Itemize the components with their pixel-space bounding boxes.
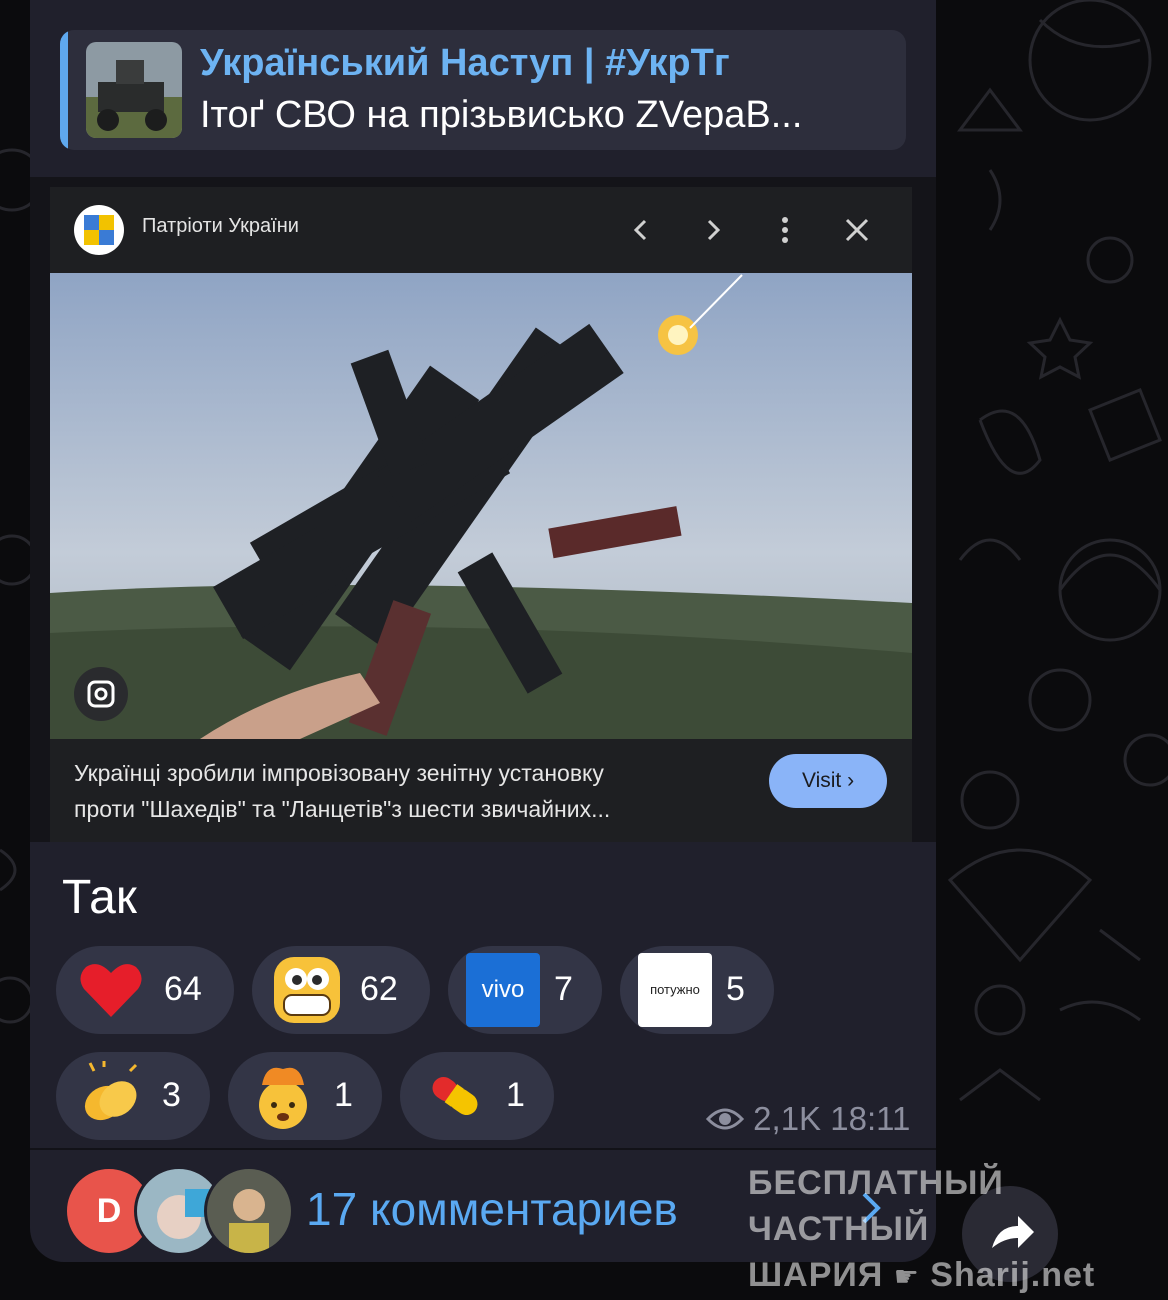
more-vert-icon[interactable] bbox=[760, 205, 810, 255]
lens-icon[interactable] bbox=[74, 667, 128, 721]
vivo-sticker-icon: vivo bbox=[466, 953, 540, 1027]
watermark: БЕСПЛАТНЫЙ ЧАСТНЫЙ ШАРИЯ ☛ Sharij.net bbox=[748, 1160, 1168, 1300]
reaction-chip[interactable]: 1 bbox=[400, 1052, 554, 1140]
reaction-count: 7 bbox=[554, 970, 573, 1008]
grinning-emoji-icon bbox=[274, 957, 340, 1023]
message-time: 18:11 bbox=[830, 1100, 911, 1137]
comments-count-label: 17 комментариев bbox=[306, 1183, 678, 1235]
exploding-head-emoji-icon bbox=[259, 1067, 307, 1129]
reaction-chip[interactable]: vivo 7 bbox=[448, 946, 602, 1034]
reaction-chip[interactable]: 64 bbox=[56, 946, 234, 1034]
reply-thumbnail bbox=[86, 42, 182, 138]
watermark-text: ШАРИЯ bbox=[748, 1256, 884, 1294]
watermark-line: ШАРИЯ ☛ Sharij.net bbox=[748, 1252, 1168, 1300]
reaction-count: 62 bbox=[360, 970, 398, 1008]
commenter-avatar bbox=[204, 1166, 294, 1256]
ad-photo[interactable] bbox=[50, 273, 912, 739]
reply-message-preview: Ітоґ СВО на прізьвисько ZVepaB... bbox=[200, 94, 803, 136]
reaction-chip[interactable]: 3 bbox=[56, 1052, 210, 1140]
pill-emoji-icon bbox=[432, 1076, 478, 1116]
views-count: 2,1K bbox=[753, 1100, 822, 1137]
ad-header: Патріоти України bbox=[50, 187, 912, 273]
close-icon[interactable] bbox=[832, 205, 882, 255]
chevron-left-icon[interactable] bbox=[616, 205, 666, 255]
chevron-right-icon[interactable] bbox=[688, 205, 738, 255]
message-text: Так bbox=[62, 871, 137, 924]
ad-card: Патріоти України Українці зробили імпров… bbox=[50, 187, 912, 842]
reply-accent-bar bbox=[60, 30, 68, 150]
clapping-emoji-icon bbox=[84, 1061, 138, 1121]
watermark-text: Sharij.net bbox=[930, 1256, 1096, 1294]
reaction-count: 3 bbox=[162, 1076, 181, 1114]
reply-preview[interactable]: Український Наступ | #УкрТг Ітоґ СВО на … bbox=[60, 30, 906, 150]
message-bubble: Український Наступ | #УкрТг Ітоґ СВО на … bbox=[30, 0, 936, 1262]
watermark-line: БЕСПЛАТНЫЙ ЧАСТНЫЙ bbox=[748, 1164, 1004, 1248]
visit-button-label: Visit bbox=[801, 769, 842, 792]
ad-source-name: Патріоти України bbox=[142, 215, 299, 237]
message-meta: 2,1K 18:11 bbox=[705, 1100, 911, 1140]
reply-channel-name: Український Наступ | #УкрТг bbox=[200, 42, 730, 84]
reaction-chip[interactable]: 62 bbox=[252, 946, 430, 1034]
potuzhno-sticker-icon: потужно bbox=[638, 953, 712, 1027]
reaction-count: 1 bbox=[506, 1076, 525, 1114]
ad-screenshot[interactable]: Патріоти України Українці зробили імпров… bbox=[30, 177, 936, 842]
reaction-chip[interactable]: потужно 5 bbox=[620, 946, 774, 1034]
reaction-chip[interactable]: 1 bbox=[228, 1052, 382, 1140]
reaction-count: 64 bbox=[164, 970, 202, 1008]
reaction-count: 1 bbox=[334, 1076, 353, 1114]
ad-description-line: проти "Шахедів" та "Ланцетів"з шести зви… bbox=[74, 796, 611, 822]
views-eye-icon bbox=[705, 1108, 745, 1130]
heart-emoji-icon bbox=[80, 964, 142, 1017]
ad-description: Українці зробили імпровізовану зенітну у… bbox=[74, 755, 724, 827]
pointing-hand-icon: ☛ bbox=[893, 1261, 920, 1292]
visit-button[interactable]: Visit › bbox=[769, 754, 887, 808]
ad-description-line: Українці зробили імпровізовану зенітну у… bbox=[74, 760, 604, 786]
source-logo bbox=[74, 205, 124, 255]
reaction-count: 5 bbox=[726, 970, 745, 1008]
